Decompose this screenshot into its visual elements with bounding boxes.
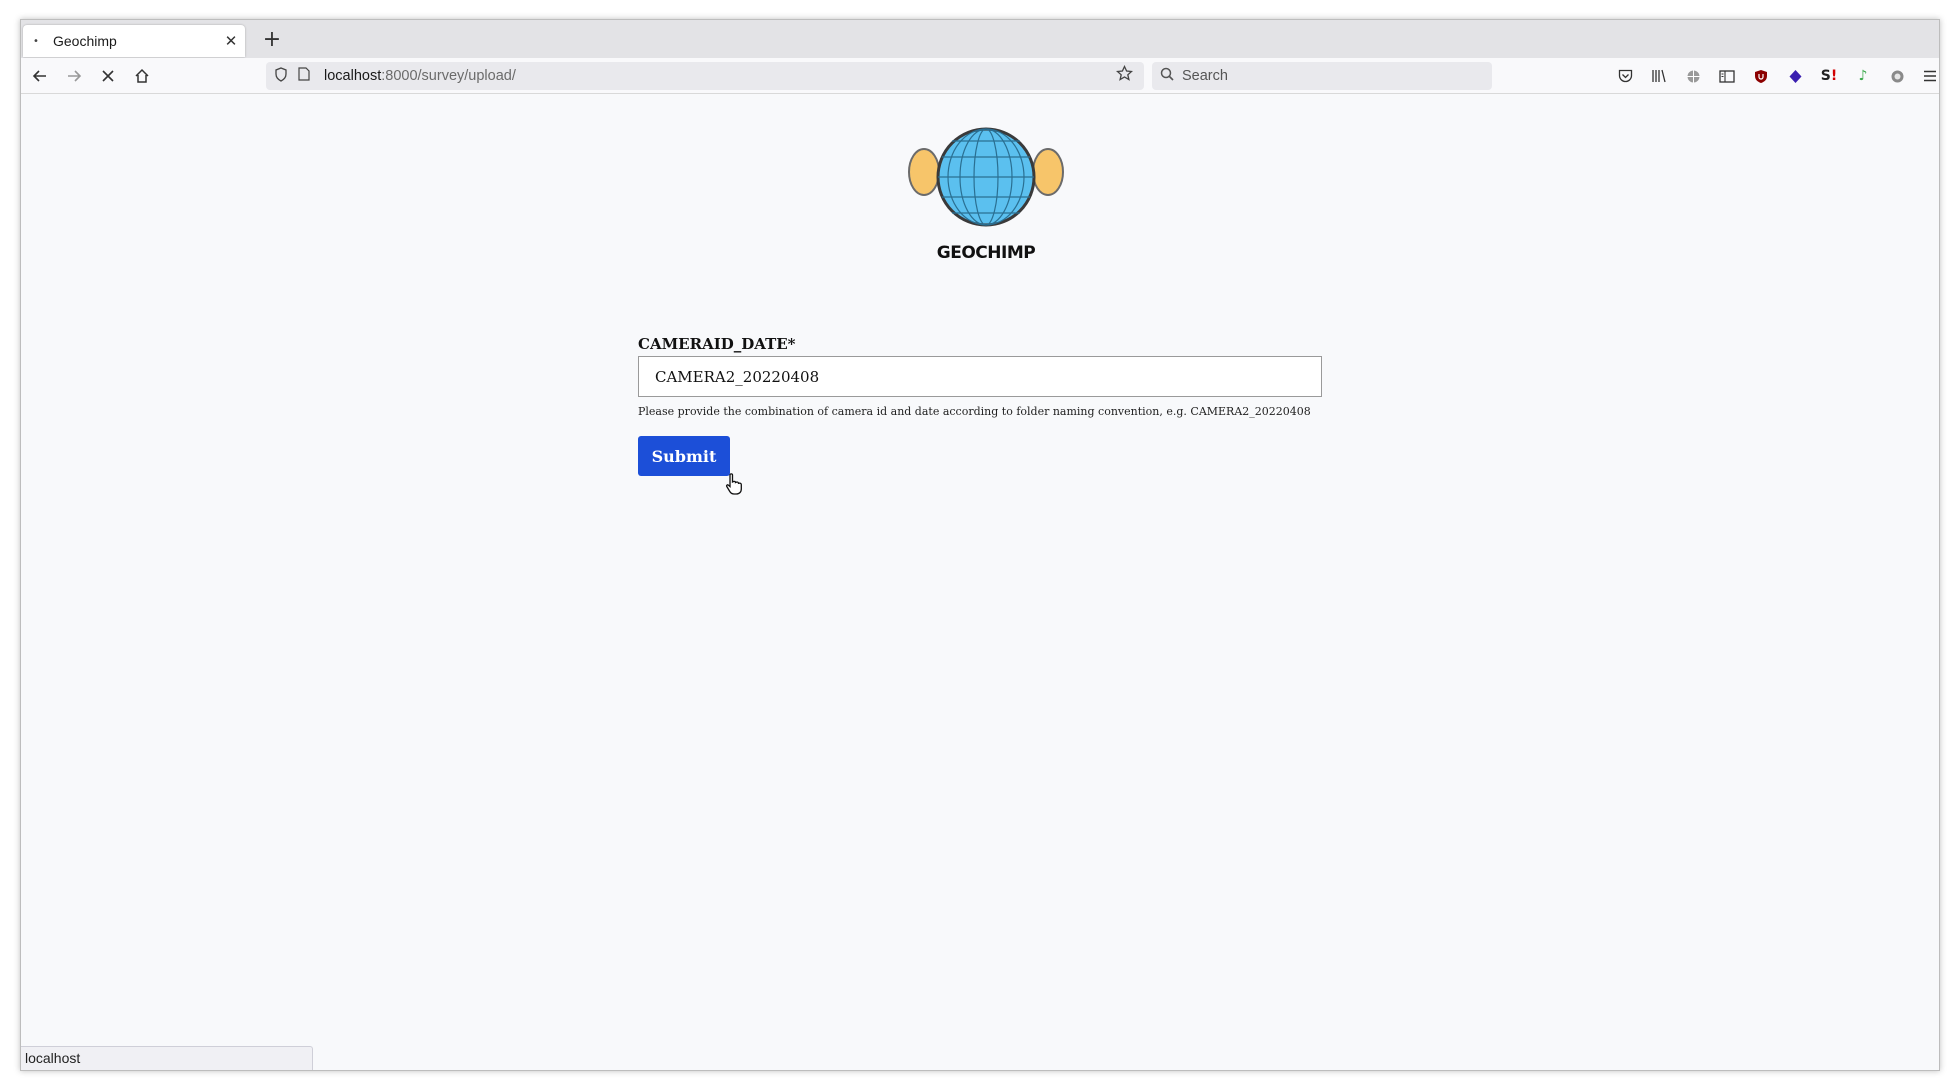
- library-icon[interactable]: [1648, 65, 1670, 87]
- forward-arrow-icon: [68, 70, 82, 82]
- logo-wordmark: GEOCHIMP: [936, 243, 1036, 263]
- page-content: GEOCHIMP CAMERAID_DATE* Please provide t…: [21, 95, 1939, 1070]
- reader-sidebar-icon[interactable]: [1716, 65, 1738, 87]
- stop-loading-button[interactable]: [93, 61, 123, 91]
- submit-button[interactable]: Submit: [638, 436, 730, 476]
- search-bar[interactable]: Search: [1152, 62, 1492, 90]
- search-icon: [1160, 67, 1174, 85]
- upload-form: CAMERAID_DATE* Please provide the combin…: [638, 335, 1328, 476]
- home-icon: [135, 68, 149, 83]
- forward-button[interactable]: [59, 61, 89, 91]
- pocket-icon[interactable]: [1614, 65, 1636, 87]
- page-info-icon[interactable]: [298, 67, 318, 85]
- cameraid-date-label: CAMERAID_DATE*: [638, 335, 796, 353]
- status-bar: localhost: [21, 1046, 313, 1070]
- new-tab-button[interactable]: +: [257, 25, 287, 55]
- url-bar[interactable]: localhost:8000/survey/upload/: [266, 62, 1144, 90]
- navigation-bar: localhost:8000/survey/upload/ Search S! …: [21, 58, 1939, 94]
- tab-geochimp[interactable]: • Geochimp ✕: [23, 25, 245, 57]
- menu-hamburger-icon[interactable]: [1919, 65, 1939, 87]
- extension-note-icon[interactable]: ♪: [1852, 65, 1874, 87]
- extension-diamond-icon[interactable]: [1784, 65, 1806, 87]
- cameraid-date-input[interactable]: [638, 356, 1322, 397]
- back-button[interactable]: [25, 61, 55, 91]
- tab-strip: • Geochimp ✕ +: [21, 20, 1939, 58]
- cameraid-date-help-text: Please provide the combination of camera…: [638, 405, 1311, 418]
- extension-globe-icon[interactable]: [1682, 65, 1704, 87]
- account-icon[interactable]: [1886, 65, 1908, 87]
- extension-s-icon[interactable]: S!: [1818, 65, 1840, 87]
- geochimp-logo-icon: [908, 127, 1064, 227]
- page-favicon-icon: •: [33, 35, 39, 47]
- bookmark-star-icon[interactable]: [1115, 64, 1144, 87]
- stop-icon: [102, 70, 114, 82]
- hand-cursor-icon: [726, 473, 742, 495]
- tab-title: Geochimp: [53, 33, 117, 49]
- home-button[interactable]: [127, 61, 157, 91]
- ublock-shield-icon[interactable]: [1750, 65, 1772, 87]
- url-host: localhost: [324, 68, 382, 84]
- search-placeholder: Search: [1182, 68, 1228, 84]
- url-path: :8000/survey/upload/: [381, 68, 516, 84]
- back-arrow-icon: [32, 70, 46, 82]
- url-text[interactable]: localhost:8000/survey/upload/: [324, 68, 1116, 84]
- browser-window: • Geochimp ✕ + localhost:8000/survey/upl…: [20, 19, 1940, 1071]
- tracking-protection-shield-icon[interactable]: [274, 66, 294, 86]
- close-tab-icon[interactable]: ✕: [217, 32, 245, 50]
